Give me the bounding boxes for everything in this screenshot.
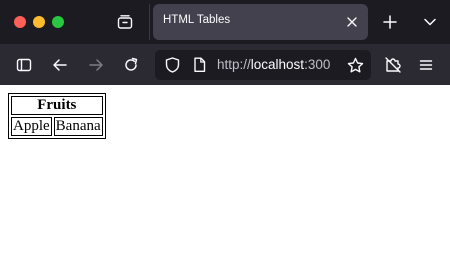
tab-active[interactable]: HTML Tables (153, 4, 368, 40)
forward-arrow-icon (89, 59, 103, 71)
tab-separator (149, 4, 150, 40)
close-window-button[interactable] (14, 16, 26, 28)
fruits-table: Fruits Apple Banana (8, 93, 106, 139)
extensions-icon (385, 57, 401, 73)
zoom-window-button[interactable] (52, 16, 64, 28)
url-scheme: http:// (217, 57, 251, 72)
tab-title: HTML Tables (163, 14, 231, 26)
shield-icon (165, 57, 179, 73)
table-cell: Apple (11, 117, 52, 136)
url-bar[interactable]: http://localhost:300 (155, 50, 371, 80)
table-cell: Banana (53, 117, 103, 136)
tab-close-button[interactable] (342, 12, 362, 32)
forward-button (83, 52, 109, 78)
tab-list-button[interactable] (112, 10, 138, 34)
star-icon (347, 57, 363, 72)
reload-icon (125, 57, 138, 71)
minimize-window-button[interactable] (33, 16, 45, 28)
site-info-button[interactable] (191, 57, 207, 73)
page-content: Fruits Apple Banana (0, 85, 450, 260)
tab-list-icon (117, 15, 133, 29)
chevron-down-icon (424, 18, 436, 26)
url-port: :300 (304, 57, 331, 72)
table-header-row: Fruits (11, 96, 103, 115)
reload-button[interactable] (118, 52, 144, 78)
page-icon (193, 57, 205, 72)
back-button[interactable] (47, 52, 73, 78)
navigation-toolbar: http://localhost:300 (0, 44, 450, 85)
tab-strip: HTML Tables (0, 0, 450, 44)
tracking-protection-button[interactable] (164, 57, 180, 73)
back-arrow-icon (53, 59, 67, 71)
table-header-cell: Fruits (11, 96, 103, 115)
bookmark-button[interactable] (342, 52, 368, 78)
sidebar-icon (16, 58, 32, 72)
url-text[interactable]: http://localhost:300 (217, 57, 330, 72)
extensions-button[interactable] (380, 52, 406, 78)
close-icon (347, 17, 357, 27)
app-menu-button[interactable] (413, 52, 439, 78)
list-all-tabs-button[interactable] (418, 10, 442, 34)
table-row: Apple Banana (11, 117, 103, 136)
url-host: localhost (250, 57, 305, 72)
plus-icon (383, 15, 397, 29)
sidebar-button[interactable] (11, 52, 37, 78)
menu-icon (419, 60, 433, 70)
new-tab-button[interactable] (378, 10, 402, 34)
